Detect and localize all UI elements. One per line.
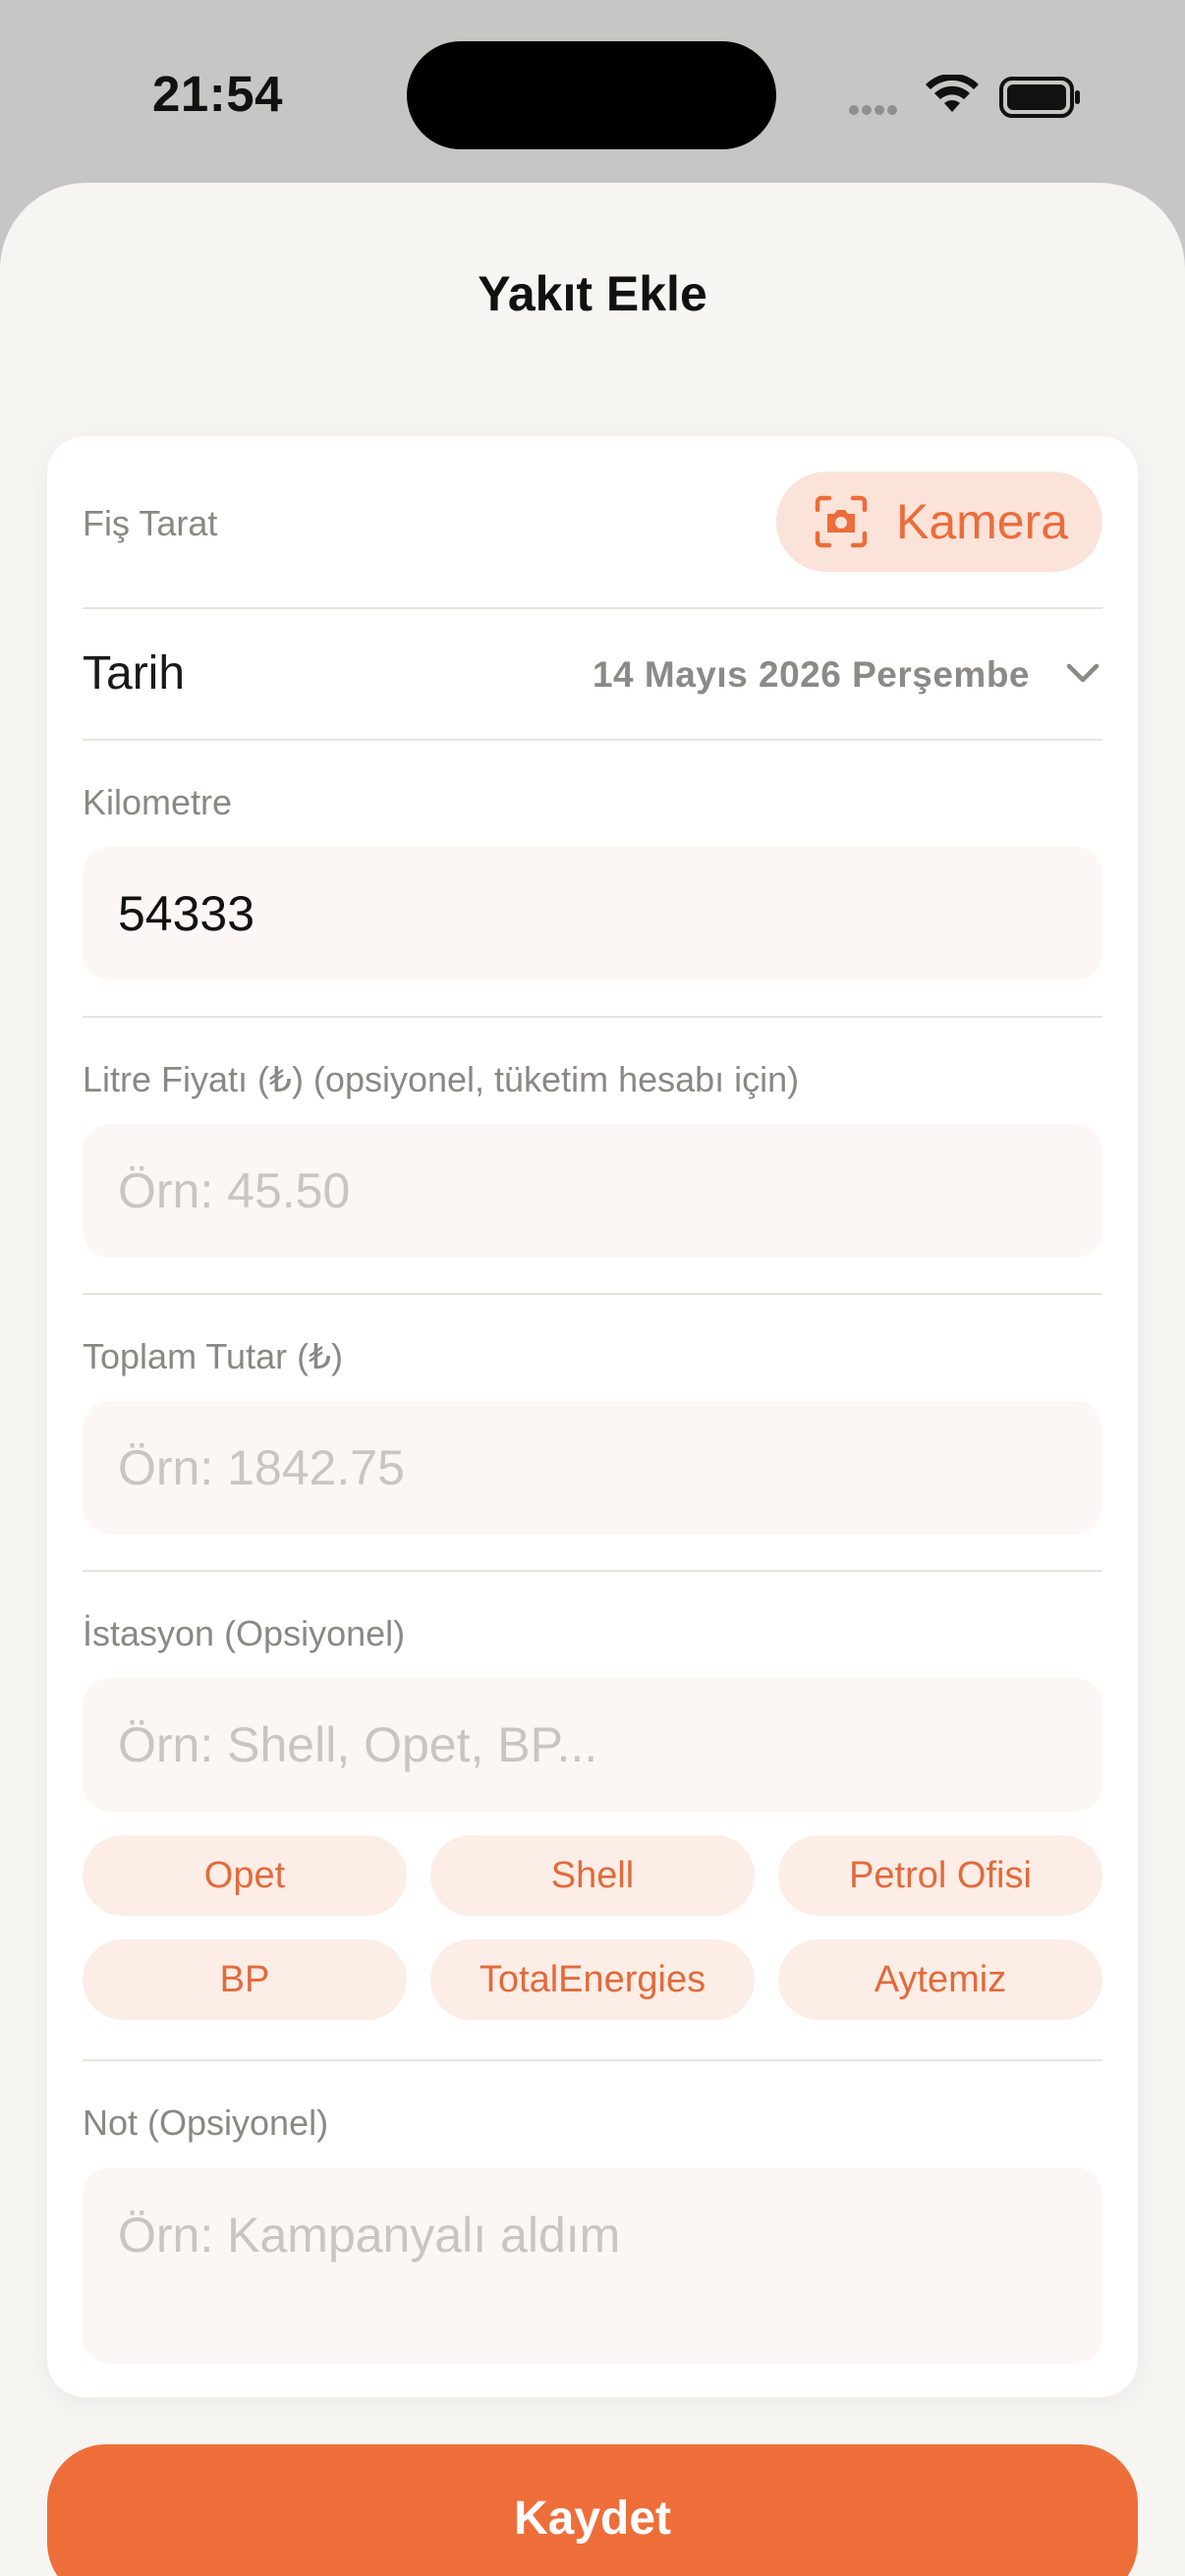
station-chip-shell[interactable]: Shell [430, 1835, 755, 1916]
station-placeholder: Örn: Shell, Opet, BP... [118, 1717, 598, 1772]
total-amount-label: Toplam Tutar (₺) [83, 1336, 343, 1376]
screen: 21:54 Yakıt Ekle Fiş Tarat Kamera Tarih … [0, 0, 1185, 2576]
save-button[interactable]: Kaydet [47, 2444, 1138, 2576]
dynamic-island [407, 41, 776, 149]
divider [83, 2059, 1102, 2061]
fuel-form-card: Fiş Tarat Kamera Tarih 14 Mayıs 2026 Per… [47, 436, 1138, 2397]
wifi-icon [926, 75, 979, 112]
price-per-liter-placeholder: Örn: 45.50 [118, 1163, 351, 1218]
page-title: Yakıt Ekle [478, 266, 707, 321]
station-chip-bp[interactable]: BP [83, 1939, 407, 2020]
station-input[interactable]: Örn: Shell, Opet, BP... [83, 1678, 1102, 1812]
station-chip-opet[interactable]: Opet [83, 1835, 407, 1916]
cellular-signal-icon [849, 102, 900, 120]
note-placeholder: Örn: Kampanyalı aldım [118, 2208, 621, 2263]
total-amount-input[interactable]: Örn: 1842.75 [83, 1401, 1102, 1535]
divider [83, 739, 1102, 741]
station-chip-aytemiz[interactable]: Aytemiz [778, 1939, 1102, 2020]
chevron-down-icon[interactable] [1065, 658, 1100, 688]
station-label: İstasyon (Opsiyonel) [83, 1613, 406, 1653]
station-chip-totalenergies[interactable]: TotalEnergies [430, 1939, 755, 2020]
odometer-value: 54333 [118, 886, 255, 941]
note-input[interactable]: Örn: Kampanyalı aldım [83, 2167, 1102, 2364]
price-per-liter-label: Litre Fiyatı (₺) (opsiyonel, tüketim hes… [83, 1059, 800, 1099]
camera-button-label: Kamera [896, 494, 1069, 549]
date-picker[interactable]: 14 Mayıs 2026 Perşembe [592, 654, 1030, 696]
battery-icon [999, 77, 1080, 118]
note-label: Not (Opsiyonel) [83, 2102, 329, 2143]
station-chip-petrol-ofisi[interactable]: Petrol Ofisi [778, 1835, 1102, 1916]
status-time: 21:54 [152, 66, 283, 122]
camera-scan-icon [815, 495, 868, 548]
total-amount-placeholder: Örn: 1842.75 [118, 1440, 405, 1495]
date-label: Tarih [83, 647, 186, 700]
odometer-label: Kilometre [83, 782, 233, 822]
camera-button[interactable]: Kamera [776, 472, 1102, 572]
divider [83, 1293, 1102, 1295]
divider [83, 607, 1102, 609]
odometer-input[interactable]: 54333 [83, 847, 1102, 980]
divider [83, 1570, 1102, 1572]
divider [83, 1016, 1102, 1018]
scan-receipt-label: Fiş Tarat [83, 503, 218, 543]
price-per-liter-input[interactable]: Örn: 45.50 [83, 1124, 1102, 1258]
